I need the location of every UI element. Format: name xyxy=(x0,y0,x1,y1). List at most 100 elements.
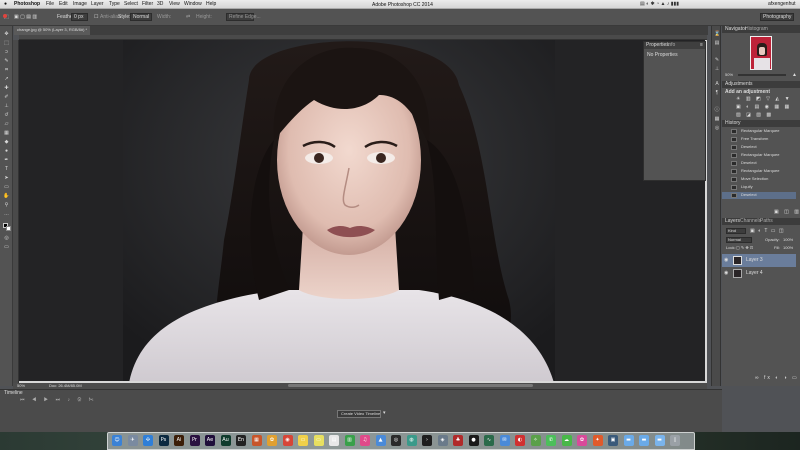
eraser-tool-icon[interactable]: ▱ xyxy=(3,122,10,127)
numbers-icon[interactable]: ▥ xyxy=(344,435,355,446)
illustrator-icon[interactable]: Ai xyxy=(174,435,184,446)
eyedropper-tool-icon[interactable]: ↗ xyxy=(3,77,10,82)
visibility-eye-icon[interactable]: ◉ xyxy=(724,258,728,263)
timeline-dropdown-icon[interactable]: ▾ xyxy=(383,411,386,416)
tab-history[interactable]: History xyxy=(725,121,741,126)
close-window-icon[interactable] xyxy=(3,14,7,18)
visibility-eye-icon[interactable]: ◉ xyxy=(724,271,728,276)
utility-icon[interactable]: ◍ xyxy=(406,435,417,446)
history-panel-icon[interactable]: ⌛ xyxy=(714,32,720,37)
more-tools-icon[interactable]: … xyxy=(3,212,10,217)
chrome-icon[interactable]: ◉ xyxy=(282,435,293,446)
history-item[interactable]: Move Selection xyxy=(722,176,796,183)
folder3-icon[interactable]: ▬ xyxy=(654,435,665,446)
style-select[interactable]: Normal xyxy=(130,13,152,21)
folder-icon[interactable]: ▬ xyxy=(623,435,634,446)
history-item-selected[interactable]: Deselect xyxy=(722,192,796,199)
history-item[interactable]: Deselect xyxy=(722,160,796,167)
stamp-tool-icon[interactable]: ⊥ xyxy=(3,104,10,109)
shape-tool-icon[interactable]: ▭ xyxy=(3,185,10,190)
playback-controls[interactable]: ⏮ ◀ ▶ ⏭ ♪ ⚙ ✂ xyxy=(20,398,97,403)
history-item[interactable]: Free Transform xyxy=(722,136,796,143)
flower-icon[interactable]: ✿ xyxy=(577,435,587,446)
brush-panel-icon[interactable]: ✎ xyxy=(714,58,720,63)
blur-tool-icon[interactable]: ◆ xyxy=(3,140,10,145)
stickies-icon[interactable]: ▭ xyxy=(313,435,324,446)
menu-image[interactable]: Image xyxy=(73,2,87,7)
horizontal-scrollbar[interactable] xyxy=(288,384,533,387)
toolbox-icon[interactable]: ▦ xyxy=(251,435,262,446)
menu-edit[interactable]: Edit xyxy=(59,2,68,7)
user-name[interactable]: afxengenhut xyxy=(768,2,796,7)
tab-layers[interactable]: Layers xyxy=(725,219,740,224)
paragraph-panel-icon[interactable]: ¶ xyxy=(714,91,720,96)
hand-tool-icon[interactable]: ✋ xyxy=(3,194,10,199)
blend-mode-select[interactable]: Normal xyxy=(726,237,752,243)
panel-menu-icon[interactable]: ≡ xyxy=(700,43,703,48)
premiere-icon[interactable]: Pr xyxy=(189,435,200,446)
healing-tool-icon[interactable]: ✚ xyxy=(3,86,10,91)
refine-edge-button[interactable]: Refine Edge... xyxy=(226,13,261,21)
menu-window[interactable]: Window xyxy=(184,2,202,7)
clone-panel-icon[interactable]: ⊥ xyxy=(714,67,720,72)
history-item[interactable]: Deselect xyxy=(722,144,796,151)
create-video-timeline-button[interactable]: Create Video Timeline xyxy=(337,410,381,418)
itunes-icon[interactable]: ♫ xyxy=(360,435,370,446)
adjustment-icons-row1[interactable]: ☀ ▥ ◩ ▽ ◭ ▼ xyxy=(736,97,792,102)
photoshop-icon[interactable]: Ps xyxy=(158,435,169,446)
audition-icon[interactable]: Au xyxy=(220,435,231,446)
status-zoom[interactable]: 50% xyxy=(17,384,25,388)
tab-info[interactable]: Info xyxy=(667,43,675,48)
lock-icons[interactable]: ▢ ✎ ✥ ⊡ xyxy=(736,246,753,250)
launchpad-icon[interactable]: ✈ xyxy=(127,435,138,446)
type-tool-icon[interactable]: T xyxy=(3,167,10,172)
character-panel-icon[interactable]: A xyxy=(714,82,720,87)
photos-icon[interactable]: ✿ xyxy=(267,435,277,446)
menu-layer[interactable]: Layer xyxy=(91,2,104,7)
history-item[interactable]: Rectangular Marquee xyxy=(722,152,796,159)
history-item[interactable]: Rectangular Marquee xyxy=(722,128,796,135)
pen-tool-icon[interactable]: ✒ xyxy=(3,158,10,163)
crop-tool-icon[interactable]: ⌗ xyxy=(3,68,10,73)
activity-icon[interactable]: ◎ xyxy=(391,435,401,446)
menu-filter[interactable]: Filter xyxy=(142,2,153,7)
photo-canvas[interactable] xyxy=(19,40,707,383)
spotify-icon[interactable]: ● xyxy=(468,435,479,446)
navigator-thumbnail[interactable] xyxy=(750,36,772,70)
quick-select-tool-icon[interactable]: ✎ xyxy=(3,59,10,64)
wechat-icon[interactable]: ☁ xyxy=(561,435,572,446)
layer-actions-icons[interactable]: ∞ fx ◐ ◑ ▭ ▣ ▯ xyxy=(755,376,800,381)
history-item[interactable]: Liquify xyxy=(722,184,796,191)
menu-file[interactable]: File xyxy=(46,2,54,7)
layer-row-selected[interactable]: ◉ Layer 3 xyxy=(722,254,796,267)
after-effects-icon[interactable]: Ae xyxy=(205,435,215,446)
terminal-icon[interactable]: › xyxy=(422,435,432,446)
status-doc-size[interactable]: Doc: 26.4M/85.0M xyxy=(49,384,82,388)
history-actions-icons[interactable]: ▣ ◫ ▥ xyxy=(774,210,800,215)
navigator-zoom-slider[interactable] xyxy=(738,74,786,76)
tab-adjustments[interactable]: Adjustments xyxy=(725,82,753,87)
lasso-tool-icon[interactable]: ↄ xyxy=(3,50,10,55)
tab-channels[interactable]: Channels xyxy=(740,219,761,224)
tab-properties[interactable]: Properties xyxy=(646,43,669,48)
navigator-zoom[interactable]: 50% xyxy=(725,73,733,77)
tab-paths[interactable]: Paths xyxy=(760,219,773,224)
calendar-icon[interactable]: ▤ xyxy=(329,435,339,446)
screen-icon[interactable]: ▣ xyxy=(608,435,618,446)
encore-icon[interactable]: En xyxy=(236,435,246,446)
zoom-in-icon[interactable]: ▲ xyxy=(792,73,797,78)
history-item[interactable]: Rectangular Marquee xyxy=(722,168,796,175)
styles-panel-icon[interactable]: ◎ xyxy=(714,126,720,131)
document-tab[interactable]: change.jpg @ 50% (Layer 3, RGB/8#) * xyxy=(14,26,90,35)
background-color-swatch[interactable] xyxy=(6,226,11,231)
layer-row[interactable]: ◉ Layer 4 xyxy=(722,267,796,280)
screen-mode-icon[interactable]: ▭ xyxy=(3,245,10,250)
game-icon[interactable]: ♣ xyxy=(453,435,463,446)
adjustment-icons-row3[interactable]: ▧ ◪ ▨ ▩ xyxy=(736,113,773,118)
messages-icon[interactable]: ✆ xyxy=(546,435,556,446)
menu-view[interactable]: View xyxy=(169,2,180,7)
properties-panel-icon[interactable]: ▤ xyxy=(714,41,720,46)
marquee-tool-icon[interactable]: ⬚ xyxy=(3,41,10,46)
dodge-tool-icon[interactable]: ● xyxy=(3,149,10,154)
menu-select[interactable]: Select xyxy=(124,2,138,7)
